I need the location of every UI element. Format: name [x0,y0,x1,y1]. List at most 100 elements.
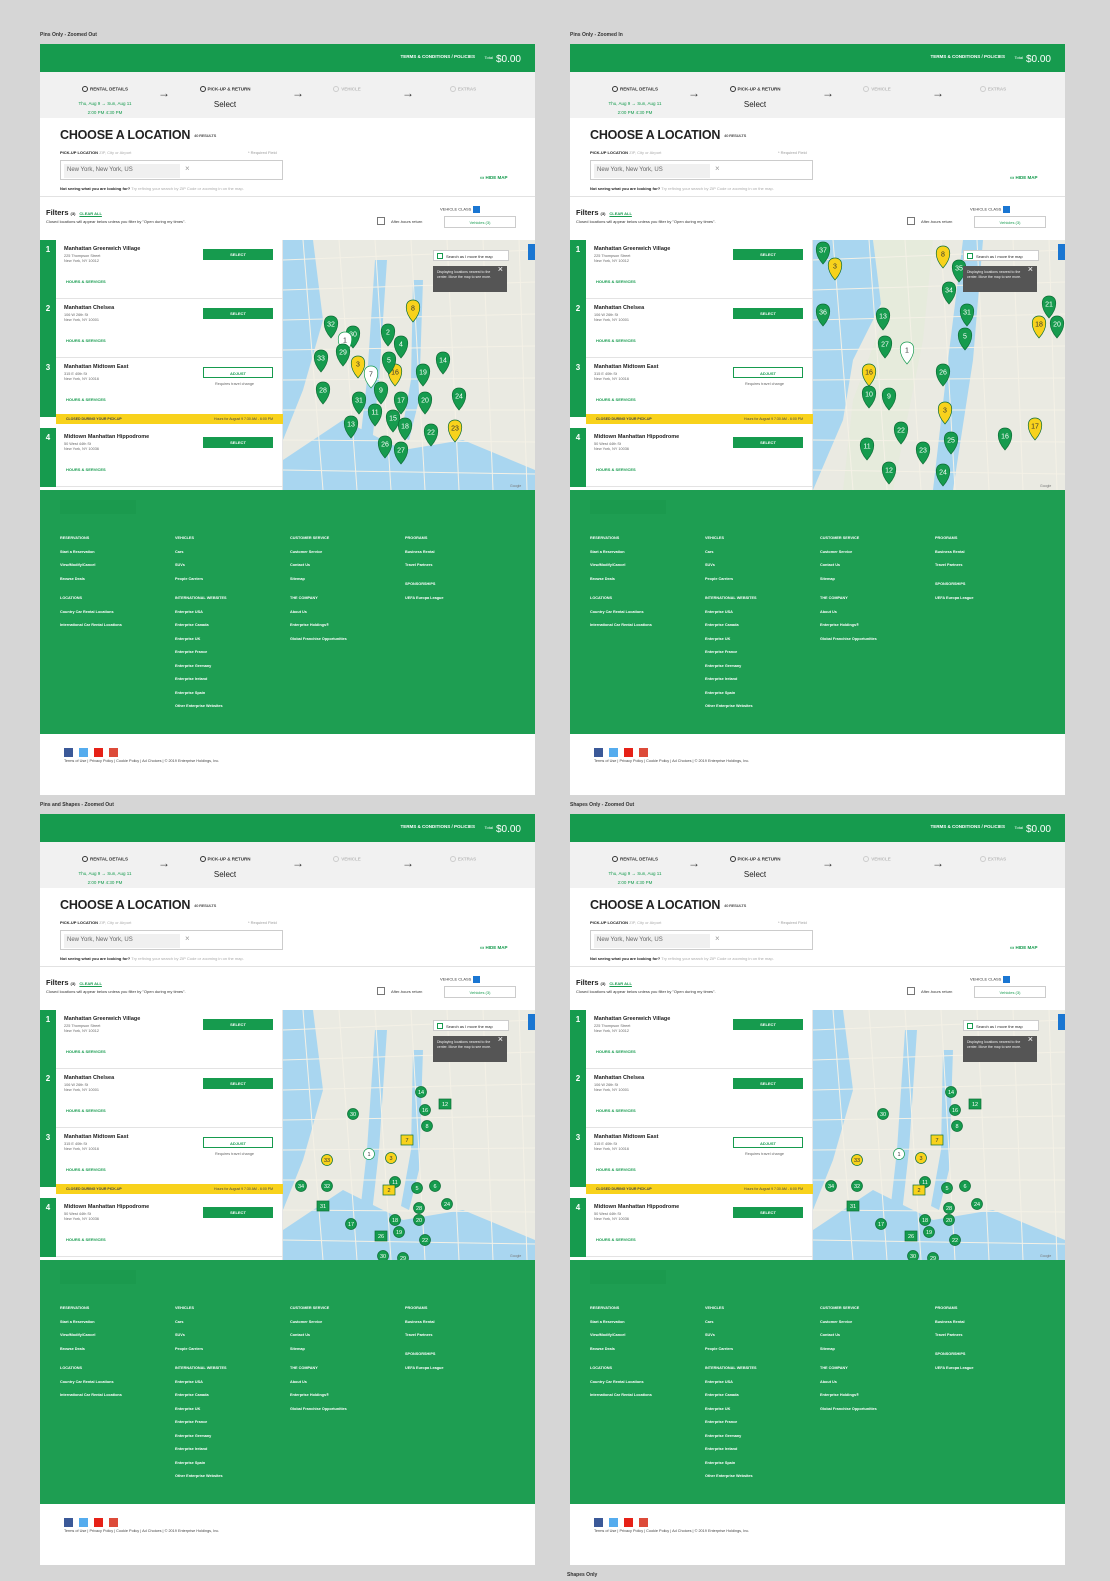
google-plus-icon[interactable] [109,1518,118,1528]
close-icon[interactable]: × [715,934,720,943]
hours-services-toggle[interactable]: HOURS & SERVICES [66,338,106,343]
footer-link[interactable]: Enterprise USA [705,606,757,620]
list-item[interactable]: 1 Manhattan Greenwich Village 225 Thompson… [570,240,813,299]
footer-link[interactable]: Contact Us [290,1329,329,1343]
location-name[interactable]: Manhattan Greenwich Village [594,246,670,252]
select-button[interactable]: SELECT [203,249,273,260]
list-item[interactable]: 3 Manhattan Midtown East 315 E 40th St New … [570,358,813,417]
list-item[interactable]: 4 Midtown Manhattan Hippodrome 50 West 44t… [40,1198,283,1257]
map-marker[interactable]: 20 [943,1214,955,1226]
footer-link[interactable]: People Carriers [705,1343,733,1357]
vehicle-class-select[interactable]: Vehicles (3) [974,986,1046,998]
select-button[interactable]: SELECT [733,437,803,448]
footer-link[interactable]: Start a Reservation [60,1316,95,1330]
youtube-icon[interactable] [94,748,103,758]
footer-link[interactable]: International Car Rental Locations [590,619,652,633]
footer-link[interactable]: Country Car Rental Locations [60,1376,122,1390]
footer-link[interactable]: International Car Rental Locations [60,1389,122,1403]
footer-link[interactable]: View/Modify/Cancel [590,1329,625,1343]
twitter-icon[interactable] [79,748,88,758]
close-icon[interactable]: × [1028,1035,1033,1043]
hours-services-toggle[interactable]: HOURS & SERVICES [596,467,636,472]
close-icon[interactable]: × [498,1035,503,1043]
map-marker[interactable]: 1 [893,1148,905,1160]
map-pin[interactable]: 28 [315,381,331,405]
vehicle-class-select[interactable]: Vehicles (3) [444,216,516,228]
map-marker[interactable]: 19 [393,1226,405,1238]
hours-services-toggle[interactable]: HOURS & SERVICES [596,279,636,284]
footer-link[interactable]: UEFA Europa League [935,1362,973,1376]
after-hours-checkbox[interactable] [377,987,385,995]
location-name[interactable]: Manhattan Chelsea [594,305,644,311]
info-icon[interactable] [1003,206,1011,213]
location-name[interactable]: Manhattan Chelsea [594,1075,644,1081]
footer-link[interactable]: Enterprise Canada [705,619,757,633]
terms-link[interactable]: TERMS & CONDITIONS / POLICIES [930,54,1005,59]
select-button[interactable]: SELECT [733,1019,803,1030]
footer-link[interactable]: Enterprise Germany [705,660,757,674]
map-marker[interactable]: 5 [411,1182,423,1194]
footer-link[interactable]: Enterprise UK [175,633,227,647]
map-marker[interactable]: 29 [927,1252,939,1261]
footer-link[interactable]: Business Rental [405,546,435,560]
footer-link[interactable]: SUVs [705,559,733,573]
footer-link[interactable]: Enterprise Germany [175,660,227,674]
map-pin[interactable]: 8 [935,245,951,269]
list-item[interactable]: 1 Manhattan Greenwich Village 225 Thompson… [570,1010,813,1069]
adjust-button[interactable]: ADJUST [733,1137,803,1148]
footer-link[interactable]: Cars [705,546,733,560]
map-panel[interactable]: 14 16 12 30 33 1 3 7 8 11 34 32 2 5 6 28 24 31 17 18 19 20 26 2… [813,1010,1065,1260]
map-pin[interactable]: 23 [915,441,931,465]
footer-link[interactable]: Enterprise Spain [705,1457,757,1471]
footer-link[interactable]: About Us [290,606,347,620]
location-name[interactable]: Manhattan Greenwich Village [64,1016,140,1022]
map-panel[interactable]: 37 8 3 35 34 36 13 31 21 18 20 27 1 5 16 26 10 9 3 17 22 16 11… [813,240,1065,490]
footer-link[interactable]: About Us [290,1376,347,1390]
select-button[interactable]: SELECT [733,1078,803,1089]
search-as-move-toggle[interactable]: Search as I move the map [433,250,509,261]
footer-link[interactable]: Customer Service [290,546,329,560]
footer-link[interactable]: People Carriers [175,573,203,587]
map-pin[interactable]: 22 [423,423,439,447]
map-marker[interactable]: 16 [949,1104,961,1116]
hide-map-link[interactable]: ▭ HIDE MAP [1010,175,1038,181]
map-marker[interactable]: 31 [316,1200,330,1212]
list-item[interactable]: 1 Manhattan Greenwich Village 225 Thompson… [40,240,283,299]
footer-link[interactable]: Sitemap [820,1343,859,1357]
footer-link[interactable]: Enterprise France [705,1416,757,1430]
map-marker[interactable]: 33 [851,1154,863,1166]
footer-link[interactable]: Enterprise Canada [175,619,227,633]
location-name[interactable]: Manhattan Greenwich Village [64,246,140,252]
map-marker[interactable]: 24 [971,1198,983,1210]
footer-link[interactable]: Enterprise Canada [705,1389,757,1403]
map-marker[interactable]: 30 [877,1108,889,1120]
map-marker[interactable]: 31 [846,1200,860,1212]
map-marker[interactable]: 28 [413,1202,425,1214]
footer-link[interactable]: Contact Us [820,559,859,573]
footer-link[interactable]: People Carriers [705,573,733,587]
step-rental-details[interactable]: RENTAL DETAILS Thu, Aug 9 → Sun, Aug 11 2:… [590,80,680,116]
footer-link[interactable]: Enterprise Holdings® [290,1389,347,1403]
footer-link[interactable]: Global Franchise Opportunities [290,1403,347,1417]
footer-link[interactable]: Enterprise Ireland [705,1443,757,1457]
location-input[interactable]: New York, New York, US × [60,160,283,180]
footer-link[interactable]: SUVs [175,559,203,573]
map-marker[interactable]: 33 [321,1154,333,1166]
terms-link[interactable]: TERMS & CONDITIONS / POLICIES [930,824,1005,829]
footer-link[interactable]: Country Car Rental Locations [590,606,652,620]
map-marker[interactable]: 22 [419,1234,431,1246]
footer-link[interactable]: Start a Reservation [590,546,625,560]
close-icon[interactable]: × [185,164,190,173]
after-hours-checkbox[interactable] [377,217,385,225]
list-item[interactable]: 1 Manhattan Greenwich Village 225 Thompson… [40,1010,283,1069]
search-as-move-toggle[interactable]: Search as I move the map [963,250,1039,261]
info-icon[interactable] [473,206,481,213]
hours-services-toggle[interactable]: HOURS & SERVICES [596,1167,636,1172]
hours-services-toggle[interactable]: HOURS & SERVICES [596,1049,636,1054]
map-pin[interactable]: 17 [1027,417,1043,441]
map-marker[interactable]: 19 [923,1226,935,1238]
step-rental-details[interactable]: RENTAL DETAILS Thu, Aug 9 → Sun, Aug 11 2:… [60,850,150,886]
location-name[interactable]: Manhattan Midtown East [64,364,128,370]
list-item[interactable]: 2 Manhattan Chelsea 106 W 26th St New York,… [570,299,813,358]
footer-link[interactable]: Enterprise Spain [175,1457,227,1471]
